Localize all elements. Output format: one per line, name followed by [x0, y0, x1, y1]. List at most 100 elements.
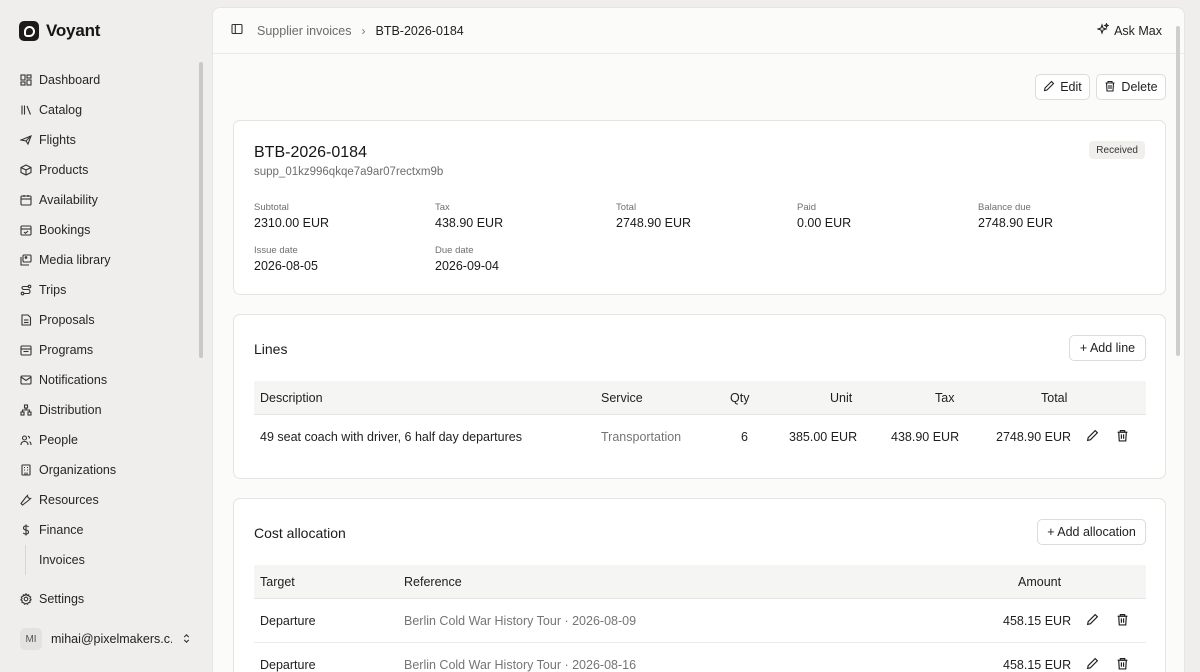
user-menu[interactable]: MI mihai@pixelmakers.c...	[20, 625, 192, 653]
column-header: Unit	[830, 391, 853, 405]
brand-name: Voyant	[46, 21, 101, 40]
delete-line-icon[interactable]	[1116, 429, 1130, 443]
sidebar-item-distribution[interactable]: Distribution	[0, 395, 212, 425]
gear-icon	[20, 593, 32, 605]
sidebar-item-label: Media library	[39, 253, 111, 267]
add-line-button[interactable]: + Add line	[1069, 335, 1146, 361]
stat-label: Tax	[435, 202, 450, 213]
line-tax: 438.90 EUR	[891, 430, 960, 444]
file-text-icon	[20, 314, 32, 326]
sparkles-icon	[1096, 22, 1110, 38]
stat-label: Paid	[797, 202, 817, 213]
table-header: Description Service Qty Unit Tax Total	[254, 381, 1146, 415]
sidebar-item-bookings[interactable]: Bookings	[0, 215, 212, 245]
line-unit: 385.00 EUR	[789, 430, 858, 444]
main-panel: Supplier invoices › BTB-2026-0184 Ask Ma…	[212, 7, 1185, 672]
column-header: Total	[1041, 391, 1068, 405]
network-icon	[20, 404, 32, 416]
line-qty: 6	[741, 430, 748, 444]
sidebar-item-availability[interactable]: Availability	[0, 185, 212, 215]
sidebar-item-settings[interactable]: Settings	[0, 584, 212, 614]
calendar-range-icon	[20, 344, 32, 356]
allocation-target: Departure	[260, 658, 316, 672]
plane-icon	[20, 134, 32, 146]
sidebar-item-label: Settings	[39, 592, 85, 606]
sidebar-item-proposals[interactable]: Proposals	[0, 305, 212, 335]
trash-icon	[1104, 80, 1116, 95]
allocation-reference[interactable]: Berlin Cold War History Tour · 2026-08-0…	[404, 614, 636, 628]
sidebar-nav: Dashboard Catalog Flights Products Avail…	[0, 65, 212, 575]
sidebar-item-label: Catalog	[39, 103, 83, 117]
sidebar-item-trips[interactable]: Trips	[0, 275, 212, 305]
sidebar-item-catalog[interactable]: Catalog	[0, 95, 212, 125]
users-icon	[20, 434, 32, 446]
add-allocation-button[interactable]: + Add allocation	[1037, 519, 1146, 545]
page-scrollbar[interactable]	[1176, 26, 1180, 356]
sidebar-item-programs[interactable]: Programs	[0, 335, 212, 365]
brand[interactable]: Voyant	[19, 21, 100, 41]
sidebar-item-notifications[interactable]: Notifications	[0, 365, 212, 395]
sidebar-item-label: Products	[39, 163, 89, 177]
top-bar: Supplier invoices › BTB-2026-0184 Ask Ma…	[213, 8, 1184, 54]
column-header: Service	[601, 391, 643, 405]
building-icon	[20, 464, 32, 476]
table-header: Target Reference Amount	[254, 565, 1146, 599]
sidebar-subitem-label: Invoices	[39, 553, 85, 567]
stat-value: 2026-09-04	[435, 259, 499, 273]
stat-label: Issue date	[254, 245, 298, 256]
lines-title: Lines	[254, 341, 288, 357]
sidebar-subitem-invoices[interactable]: Invoices	[0, 545, 212, 575]
stat-label: Due date	[435, 245, 474, 256]
pencil-icon	[1043, 80, 1055, 95]
edit-line-icon[interactable]	[1086, 429, 1100, 443]
line-total: 2748.90 EUR	[996, 430, 1072, 444]
edit-allocation-icon[interactable]	[1086, 613, 1100, 627]
delete-allocation-icon[interactable]	[1116, 613, 1130, 627]
ask-max-button[interactable]: Ask Max	[1096, 22, 1162, 38]
column-header: Target	[260, 575, 295, 589]
sidebar-item-flights[interactable]: Flights	[0, 125, 212, 155]
sidebar-item-label: Flights	[39, 133, 76, 147]
delete-allocation-icon[interactable]	[1116, 657, 1130, 671]
stat-paid: Paid 0.00 EUR	[797, 202, 851, 230]
sidebar: Voyant Dashboard Catalog Flights Product…	[0, 0, 212, 672]
sidebar-item-organizations[interactable]: Organizations	[0, 455, 212, 485]
sidebar-scrollbar[interactable]	[199, 62, 203, 358]
sidebar-item-label: Distribution	[39, 403, 102, 417]
delete-button[interactable]: Delete	[1096, 74, 1166, 100]
breadcrumb-current: BTB-2026-0184	[375, 23, 464, 38]
edit-allocation-icon[interactable]	[1086, 657, 1100, 671]
edit-button[interactable]: Edit	[1035, 74, 1090, 100]
sidebar-item-label: People	[39, 433, 78, 447]
table-row[interactable]: Departure Berlin Cold War History Tour ·…	[254, 599, 1146, 643]
dollar-icon	[20, 524, 32, 536]
table-row[interactable]: 49 seat coach with driver, 6 half day de…	[254, 415, 1146, 459]
sidebar-item-dashboard[interactable]: Dashboard	[0, 65, 212, 95]
sidebar-item-people[interactable]: People	[0, 425, 212, 455]
sidebar-item-label: Resources	[39, 493, 99, 507]
sidebar-item-finance[interactable]: Finance	[0, 515, 212, 545]
user-email: mihai@pixelmakers.c...	[51, 632, 172, 646]
ask-max-label: Ask Max	[1114, 23, 1162, 38]
delete-label: Delete	[1121, 80, 1158, 94]
sidebar-item-media-library[interactable]: Media library	[0, 245, 212, 275]
table-row[interactable]: Departure Berlin Cold War History Tour ·…	[254, 643, 1146, 672]
sidebar-item-label: Notifications	[39, 373, 108, 387]
column-header: Tax	[935, 391, 955, 405]
stat-due-date: Due date 2026-09-04	[435, 245, 499, 273]
cost-allocation-title: Cost allocation	[254, 525, 346, 541]
stat-balance-due: Balance due 2748.90 EUR	[978, 202, 1053, 230]
calendar-icon	[20, 194, 32, 206]
sidebar-item-products[interactable]: Products	[0, 155, 212, 185]
allocation-amount: 458.15 EUR	[1003, 658, 1072, 672]
sidebar-item-label: Organizations	[39, 463, 117, 477]
allocation-reference[interactable]: Berlin Cold War History Tour · 2026-08-1…	[404, 658, 636, 672]
lines-card: Lines + Add line Description Service Qty…	[233, 314, 1166, 479]
breadcrumb-parent[interactable]: Supplier invoices	[257, 24, 352, 38]
sidebar-item-label: Dashboard	[39, 73, 101, 87]
images-icon	[20, 254, 32, 266]
mail-icon	[20, 374, 32, 386]
sidebar-item-resources[interactable]: Resources	[0, 485, 212, 515]
sidebar-toggle-icon[interactable]	[231, 23, 243, 38]
lines-table: Description Service Qty Unit Tax Total 4…	[254, 381, 1146, 459]
